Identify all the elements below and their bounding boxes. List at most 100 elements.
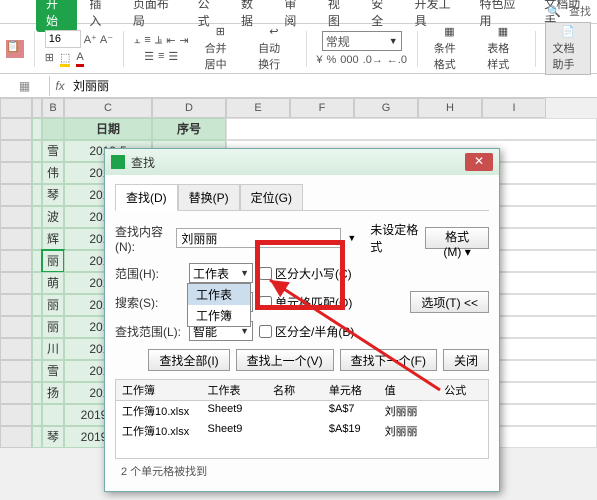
close-button[interactable]: ✕ [465, 153, 493, 171]
fullwidth-checkbox[interactable] [259, 325, 272, 338]
cell[interactable]: 扬 [42, 382, 64, 404]
dialog-titlebar[interactable]: 查找 ✕ [105, 149, 499, 175]
no-format-label: 未设定格式 [370, 221, 419, 255]
inc-font-icon[interactable]: A⁺ [84, 33, 97, 46]
font-color-icon[interactable]: A [76, 51, 83, 67]
result-row[interactable]: 工作簿10.xlsxSheet9$A$7刘丽丽 [116, 401, 488, 421]
currency-icon[interactable]: ¥ [316, 54, 322, 66]
search-icon[interactable]: 🔍 [547, 5, 561, 18]
case-checkbox[interactable] [259, 267, 272, 280]
align-mid-icon[interactable]: ≡ [144, 34, 150, 47]
find-prev-button[interactable]: 查找上一个(V) [236, 349, 334, 371]
wps-icon [111, 155, 125, 169]
font-size-input[interactable] [45, 30, 81, 48]
scope-option-sheet[interactable]: 工作表 [188, 284, 250, 305]
number-format-combo[interactable]: 常规▼ [322, 31, 402, 51]
align-bot-icon[interactable]: ⫡ [155, 34, 162, 47]
result-row[interactable]: 工作簿10.xlsxSheet9$A$19刘丽丽 [116, 421, 488, 441]
ribbon-tab-layout[interactable]: 页面布局 [123, 0, 186, 32]
fx-label[interactable]: fx [50, 79, 70, 93]
ribbon-tab-start[interactable]: 开始 [36, 0, 77, 32]
cell[interactable]: 琴 [42, 184, 64, 206]
res-col-worksheet[interactable]: 工作表 [202, 380, 268, 400]
col-header[interactable]: H [418, 98, 482, 118]
cell[interactable]: 波 [42, 206, 64, 228]
cond-fmt-icon: ▦ [444, 25, 454, 38]
tab-goto[interactable]: 定位(G) [240, 184, 303, 211]
col-header[interactable]: G [354, 98, 418, 118]
find-dialog: 查找 ✕ 查找(D) 替换(P) 定位(G) 查找内容(N): ▼ 未设定格式 … [104, 148, 500, 492]
cond-format-button[interactable]: ▦ 条件格式 [428, 23, 472, 74]
find-next-button[interactable]: 查找下一个(F) [340, 349, 437, 371]
indent-inc-icon[interactable]: ⇥ [179, 34, 188, 47]
col-header[interactable]: D [152, 98, 226, 118]
cell[interactable]: 丽 [42, 316, 64, 338]
border-icon[interactable]: ⊞ [45, 51, 54, 67]
res-col-value[interactable]: 值 [379, 380, 439, 400]
ribbon-bar: 📋 A⁺ A⁻ ⊞ ⬚ A ⫠ ≡ ⫡ ⇤ ⇥ ☰ ≡ ☰ ⊞ 合并居中 [0, 24, 597, 74]
formula-bar: ▦ fx 刘丽丽 [0, 74, 597, 98]
merge-center-button[interactable]: ⊞ 合并居中 [199, 23, 243, 74]
col-header[interactable]: E [226, 98, 290, 118]
align-top-icon[interactable]: ⫠ [134, 34, 141, 47]
ribbon-tab-insert[interactable]: 插入 [79, 0, 120, 32]
col-header[interactable] [32, 98, 42, 118]
paste-icon[interactable]: 📋 [6, 40, 24, 58]
align-center-icon[interactable]: ≡ [158, 50, 164, 63]
table-style-icon: ▦ [498, 25, 508, 38]
format-button[interactable]: 格式(M) ▾ [425, 227, 489, 249]
name-box[interactable]: ▦ [0, 76, 50, 96]
cell[interactable]: 伟 [42, 162, 64, 184]
close-dialog-button[interactable]: 关闭 [443, 349, 489, 371]
scope-combo[interactable]: 工作表▼ [189, 263, 253, 283]
table-style-button[interactable]: ▦ 表格样式 [481, 23, 525, 74]
percent-icon[interactable]: % [327, 54, 337, 66]
res-col-workbook[interactable]: 工作簿 [116, 380, 202, 400]
fill-color-icon[interactable]: ⬚ [60, 51, 70, 67]
align-right-icon[interactable]: ☰ [168, 50, 178, 63]
col-header[interactable]: F [290, 98, 354, 118]
options-button[interactable]: 选项(T) << [410, 291, 489, 313]
ribbon-tabs: 开始 插入 页面布局 公式 数据 审阅 视图 安全 开发工具 特色应用 文档助手… [0, 0, 597, 24]
ribbon-search-label: 查找 [569, 3, 591, 19]
dec-inc-icon[interactable]: .0→ [363, 54, 383, 66]
cell[interactable]: 雪 [42, 360, 64, 382]
ribbon-tab-security[interactable]: 安全 [361, 0, 402, 32]
results-list: 工作簿 工作表 名称 单元格 值 公式 工作簿10.xlsxSheet9$A$7… [115, 379, 489, 459]
search-dir-label: 搜索(S): [115, 294, 183, 311]
cell[interactable]: 雪 [42, 140, 64, 162]
res-col-name[interactable]: 名称 [267, 380, 323, 400]
ribbon-tab-view[interactable]: 视图 [318, 0, 359, 32]
find-all-button[interactable]: 查找全部(I) [148, 349, 229, 371]
corner-cell[interactable] [0, 98, 32, 118]
merge-icon: ⊞ [216, 25, 225, 38]
cell[interactable]: 辉 [42, 228, 64, 250]
autowrap-button[interactable]: ↩ 自动换行 [252, 23, 296, 74]
tab-replace[interactable]: 替换(P) [178, 184, 240, 211]
find-content-input[interactable] [176, 228, 341, 248]
col-header[interactable]: B [42, 98, 64, 118]
comma-icon[interactable]: 000 [340, 54, 358, 66]
align-left-icon[interactable]: ☰ [144, 50, 154, 63]
dec-font-icon[interactable]: A⁻ [100, 33, 113, 46]
res-col-cell[interactable]: 单元格 [323, 380, 379, 400]
dec-dec-icon[interactable]: ←.0 [387, 54, 407, 66]
formula-input[interactable]: 刘丽丽 [70, 74, 597, 97]
cell-match-checkbox[interactable] [259, 296, 272, 309]
col-header[interactable]: C [64, 98, 152, 118]
doc-helper-button[interactable]: 📄 文档助手 [545, 22, 591, 75]
indent-dec-icon[interactable]: ⇤ [166, 34, 175, 47]
doc-helper-icon: 📄 [561, 25, 575, 38]
scope-option-workbook[interactable]: 工作簿 [188, 305, 250, 326]
col-header[interactable]: I [482, 98, 546, 118]
cell[interactable]: 丽 [42, 294, 64, 316]
wrap-icon: ↩ [269, 25, 278, 38]
cell[interactable]: 琴 [42, 426, 64, 448]
scope-dropdown: 工作表 工作簿 [187, 283, 251, 327]
cell[interactable]: 川 [42, 338, 64, 360]
cell[interactable]: 丽 [42, 250, 64, 272]
cell[interactable]: 萌 [42, 272, 64, 294]
res-col-formula[interactable]: 公式 [438, 380, 488, 400]
cell[interactable] [42, 404, 64, 426]
tab-find[interactable]: 查找(D) [115, 184, 178, 211]
